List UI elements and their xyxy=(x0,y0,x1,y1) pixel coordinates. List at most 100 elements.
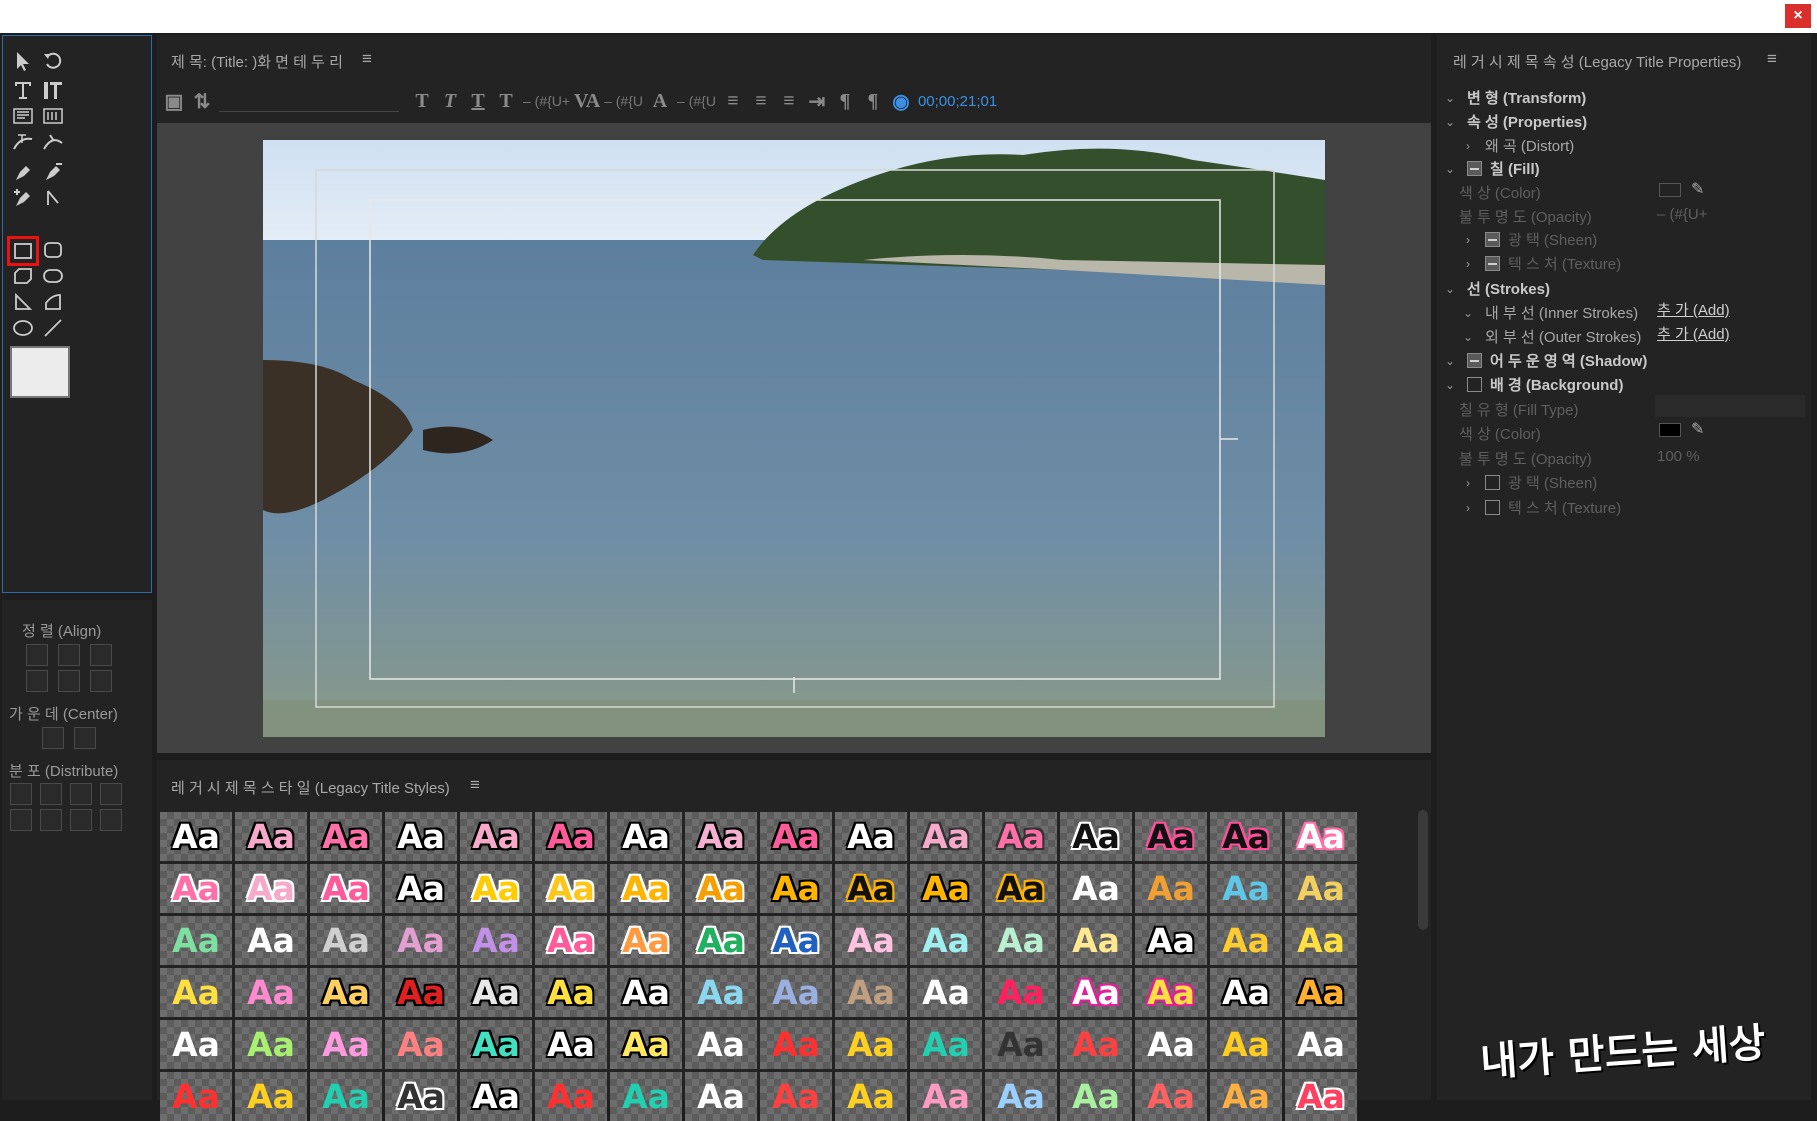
style-swatch[interactable]: Aa xyxy=(460,916,532,965)
style-swatch[interactable]: Aa xyxy=(1060,968,1132,1017)
style-swatch[interactable]: Aa xyxy=(835,916,907,965)
align-left-text-icon[interactable]: ≡ xyxy=(722,90,744,112)
arc-tool-icon[interactable] xyxy=(40,290,66,314)
style-swatch[interactable]: Aa xyxy=(610,1020,682,1069)
properties-section[interactable]: ⌄ 속 성 (Properties) xyxy=(1443,111,1587,132)
kerning-value[interactable]: – (#{U xyxy=(604,93,643,109)
title-panel-menu-icon[interactable]: ≡ xyxy=(362,49,372,69)
distribute-middle-icon[interactable] xyxy=(40,809,62,831)
distribute-top-icon[interactable] xyxy=(10,809,32,831)
style-swatch[interactable]: Aa xyxy=(460,812,532,861)
style-swatch[interactable]: Aa xyxy=(160,1020,232,1069)
distribute-vertical-icon[interactable] xyxy=(100,809,122,831)
align-center-h-icon[interactable] xyxy=(58,644,80,666)
fill-section[interactable]: ⌄ 칠 (Fill) xyxy=(1443,158,1540,179)
style-swatch[interactable]: Aa xyxy=(910,1020,982,1069)
tab-stops-icon[interactable]: ⇅ xyxy=(191,90,213,113)
style-swatch[interactable]: Aa xyxy=(610,916,682,965)
style-swatch[interactable]: Aa xyxy=(760,812,832,861)
style-swatch[interactable]: Aa xyxy=(835,968,907,1017)
align-bottom-icon[interactable] xyxy=(90,670,112,692)
style-swatch[interactable]: Aa xyxy=(460,1020,532,1069)
rtl-icon[interactable]: ¶ xyxy=(862,90,884,112)
distribute-left-icon[interactable] xyxy=(10,783,32,805)
style-swatch[interactable]: Aa xyxy=(310,864,382,913)
shadow-checkbox[interactable] xyxy=(1467,353,1482,368)
center-vertical-icon[interactable] xyxy=(74,727,96,749)
style-swatch[interactable]: Aa xyxy=(535,916,607,965)
style-swatch[interactable]: Aa xyxy=(685,864,757,913)
timecode[interactable]: 00;00;21;01 xyxy=(918,93,997,110)
style-swatch[interactable]: Aa xyxy=(760,1020,832,1069)
strokes-section[interactable]: ⌄ 선 (Strokes) xyxy=(1443,278,1550,299)
delete-anchor-tool-icon[interactable] xyxy=(40,160,66,184)
vertical-area-type-tool-icon[interactable] xyxy=(40,104,66,128)
style-swatch[interactable]: Aa xyxy=(1285,1020,1357,1069)
style-swatch[interactable]: Aa xyxy=(610,968,682,1017)
style-swatch[interactable]: Aa xyxy=(1135,812,1207,861)
style-swatch[interactable]: Aa xyxy=(1135,864,1207,913)
italic-icon[interactable]: T xyxy=(439,90,461,112)
style-swatch[interactable]: Aa xyxy=(1285,864,1357,913)
style-swatch[interactable]: Aa xyxy=(685,812,757,861)
style-swatch[interactable]: Aa xyxy=(685,916,757,965)
leading-icon[interactable]: A xyxy=(649,90,671,112)
style-swatch[interactable]: Aa xyxy=(535,1020,607,1069)
style-preview-swatch[interactable] xyxy=(10,346,70,398)
style-swatch[interactable]: Aa xyxy=(685,1020,757,1069)
styles-scrollbar[interactable] xyxy=(1418,810,1428,930)
style-swatch[interactable]: Aa xyxy=(1285,916,1357,965)
style-swatch[interactable]: Aa xyxy=(835,1072,907,1121)
style-swatch[interactable]: Aa xyxy=(310,916,382,965)
style-swatch[interactable]: Aa xyxy=(385,916,457,965)
styles-panel-menu-icon[interactable]: ≡ xyxy=(470,775,480,795)
clipped-corner-rectangle-tool-icon[interactable] xyxy=(10,264,36,288)
style-swatch[interactable]: Aa xyxy=(310,1072,382,1121)
fill-type-dropdown[interactable] xyxy=(1655,395,1805,417)
bold-icon[interactable]: T xyxy=(411,90,433,112)
style-swatch[interactable]: Aa xyxy=(760,968,832,1017)
vertical-path-type-tool-icon[interactable] xyxy=(40,130,66,154)
style-swatch[interactable]: Aa xyxy=(760,916,832,965)
font-size-value[interactable]: – (#{U+ xyxy=(523,93,570,109)
style-swatch[interactable]: Aa xyxy=(385,1020,457,1069)
distort-section[interactable]: › 왜 곡 (Distort) xyxy=(1461,135,1574,156)
bg-sheen-checkbox[interactable] xyxy=(1485,475,1500,490)
outer-strokes-add-link[interactable]: 추 가 (Add) xyxy=(1657,323,1730,344)
style-swatch[interactable]: Aa xyxy=(1060,916,1132,965)
style-swatch[interactable]: Aa xyxy=(385,968,457,1017)
style-swatch[interactable]: Aa xyxy=(235,1072,307,1121)
convert-anchor-tool-icon[interactable] xyxy=(40,186,66,210)
fill-sheen-row[interactable]: › 광 택 (Sheen) xyxy=(1461,229,1597,250)
texture-checkbox[interactable] xyxy=(1485,256,1500,271)
align-left-icon[interactable] xyxy=(26,644,48,666)
pen-tool-icon[interactable] xyxy=(10,160,36,184)
distribute-center-icon[interactable] xyxy=(40,783,62,805)
style-swatch[interactable]: Aa xyxy=(1060,1072,1132,1121)
rectangle-tool-icon[interactable] xyxy=(7,236,39,266)
bg-opacity-value[interactable]: 100 % xyxy=(1657,448,1700,465)
eyedropper-icon[interactable]: ✎ xyxy=(1691,419,1704,439)
font-family-dropdown[interactable] xyxy=(219,90,399,112)
kerning-icon[interactable]: VA xyxy=(574,90,600,112)
style-swatch[interactable]: Aa xyxy=(985,812,1057,861)
style-swatch[interactable]: Aa xyxy=(535,1072,607,1121)
transform-section[interactable]: ⌄ 변 형 (Transform) xyxy=(1443,87,1586,108)
style-swatch[interactable]: Aa xyxy=(235,864,307,913)
style-swatch[interactable]: Aa xyxy=(235,916,307,965)
style-swatch[interactable]: Aa xyxy=(985,1020,1057,1069)
inner-strokes-add-link[interactable]: 추 가 (Add) xyxy=(1657,299,1730,320)
style-swatch[interactable]: Aa xyxy=(385,864,457,913)
style-swatch[interactable]: Aa xyxy=(985,1072,1057,1121)
style-swatch[interactable]: Aa xyxy=(460,1072,532,1121)
style-swatch[interactable]: Aa xyxy=(1210,1020,1282,1069)
style-swatch[interactable]: Aa xyxy=(160,968,232,1017)
style-swatch[interactable]: Aa xyxy=(985,916,1057,965)
fill-opacity-value[interactable]: – (#{U+ xyxy=(1657,206,1707,223)
outer-strokes-row[interactable]: ⌄ 외 부 선 (Outer Strokes) xyxy=(1461,326,1641,347)
style-swatch[interactable]: Aa xyxy=(685,968,757,1017)
style-swatch[interactable]: Aa xyxy=(610,812,682,861)
background-video-icon[interactable]: ▣ xyxy=(163,90,185,113)
underline-icon[interactable]: T xyxy=(467,90,489,112)
background-checkbox[interactable] xyxy=(1467,377,1482,392)
